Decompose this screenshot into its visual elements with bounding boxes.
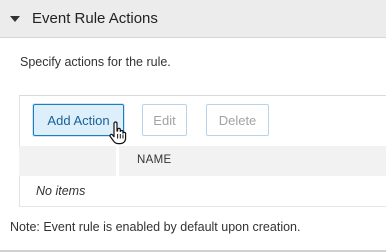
table-column-name[interactable]: NAME <box>137 154 171 166</box>
caret-down-icon[interactable] <box>10 16 20 22</box>
footer-note: Note: Event rule is enabled by default u… <box>10 220 301 234</box>
section-header[interactable]: Event Rule Actions <box>0 0 386 38</box>
edit-button[interactable]: Edit <box>142 104 187 136</box>
hand-pointer-icon <box>109 121 127 145</box>
section-title: Event Rule Actions <box>32 10 158 27</box>
table-select-column <box>19 146 119 176</box>
delete-button[interactable]: Delete <box>206 104 269 136</box>
table-header: NAME <box>19 146 386 176</box>
section-description: Specify actions for the rule. <box>20 55 171 69</box>
table-divider <box>19 206 386 207</box>
empty-table-message: No items <box>36 184 86 198</box>
